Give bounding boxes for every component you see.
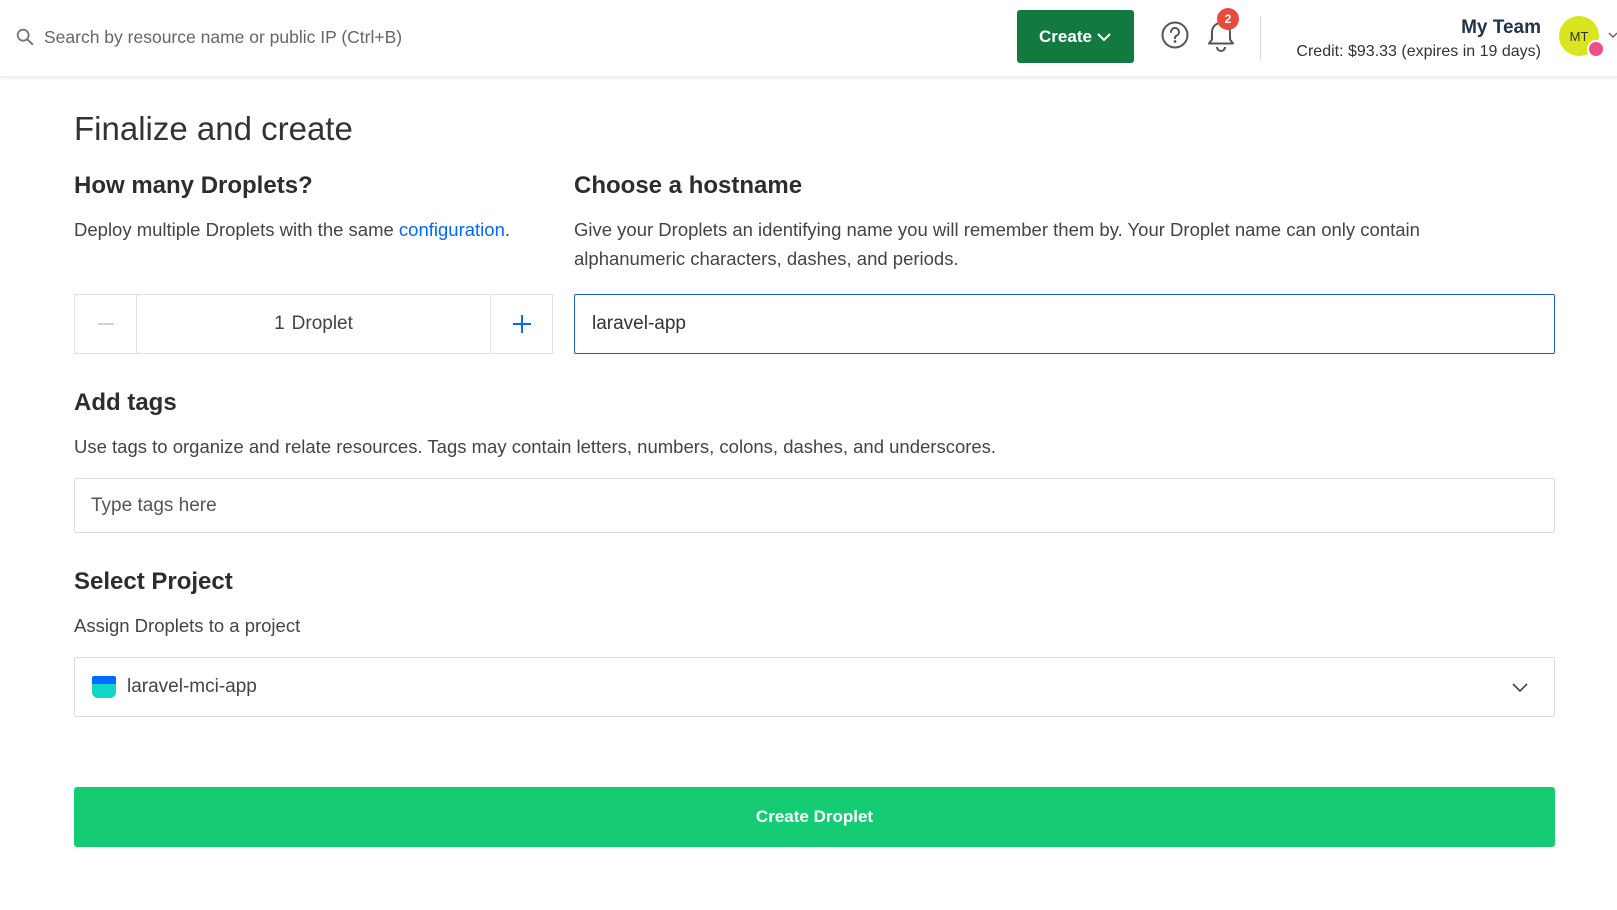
chevron-down-icon: [1512, 683, 1528, 693]
avatar-status-dot: [1587, 40, 1605, 58]
minus-icon: [97, 323, 114, 325]
notification-badge: 2: [1217, 8, 1239, 30]
plus-icon: [512, 315, 531, 333]
page-title: Finalize and create: [74, 110, 353, 147]
search-icon: [16, 28, 34, 46]
chevron-down-icon: [1097, 32, 1111, 41]
hostname-heading: Choose a hostname: [574, 172, 803, 199]
tags-input[interactable]: [74, 478, 1555, 533]
team-name: My Team: [1461, 17, 1541, 38]
droplet-unit: Droplet: [291, 313, 353, 334]
droplet-quantity-stepper: 1 Droplet: [74, 294, 553, 354]
configuration-link[interactable]: configuration: [399, 219, 505, 240]
increment-button[interactable]: [490, 295, 552, 353]
search-bar[interactable]: [14, 22, 534, 52]
notifications-button[interactable]: 2: [1204, 8, 1240, 54]
hostname-input[interactable]: [574, 294, 1555, 354]
selected-project: laravel-mci-app: [127, 676, 257, 697]
project-description: Assign Droplets to a project: [74, 615, 301, 636]
help-icon[interactable]: [1160, 20, 1190, 50]
decrement-button[interactable]: [75, 295, 137, 353]
search-input[interactable]: [44, 26, 504, 48]
account-chevron-icon[interactable]: [1608, 30, 1617, 40]
droplets-desc-text: Deploy multiple Droplets with the same: [74, 219, 399, 240]
droplet-count-display: 1 Droplet: [137, 295, 490, 353]
create-button-label: Create: [1039, 26, 1092, 46]
droplets-heading: How many Droplets?: [74, 172, 313, 199]
droplet-count: 1: [274, 313, 285, 334]
header-divider: [1260, 16, 1261, 60]
create-button[interactable]: Create: [1017, 10, 1134, 63]
hostname-description: Give your Droplets an identifying name y…: [574, 219, 1420, 269]
project-select[interactable]: laravel-mci-app: [74, 657, 1555, 717]
project-icon: [92, 676, 116, 698]
team-info[interactable]: My Team Credit: $93.33 (expires in 19 da…: [1296, 16, 1541, 63]
create-droplet-button[interactable]: Create Droplet: [74, 787, 1555, 847]
tags-description: Use tags to organize and relate resource…: [74, 436, 997, 457]
droplets-description: Deploy multiple Droplets with the same c…: [74, 215, 554, 244]
credit-text: Credit: $93.33 (expires in 19 days): [1296, 43, 1541, 60]
top-bar: Create 2 My Team Credit: $93.33 (expires…: [0, 0, 1617, 77]
tags-heading: Add tags: [74, 389, 177, 416]
droplets-desc-suffix: .: [504, 219, 510, 240]
project-heading: Select Project: [74, 568, 233, 595]
